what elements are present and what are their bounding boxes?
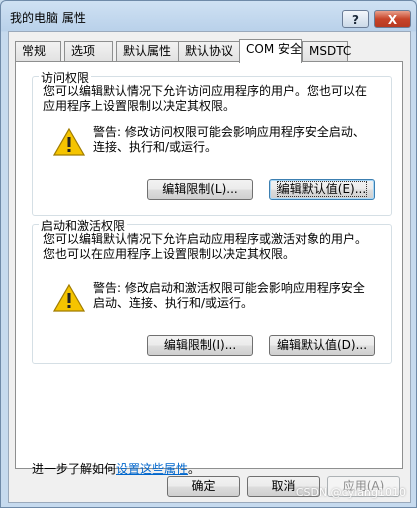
learn-more-text: 进一步了解如何设置这些属性。 — [32, 460, 200, 477]
tab-default-properties[interactable]: 默认属性 — [116, 41, 179, 61]
learn-more-link[interactable]: 设置这些属性 — [116, 462, 188, 476]
access-warning: 警告: 修改访问权限可能会影响应用程序安全启动、 连接、执行和/或运行。 — [93, 125, 365, 155]
close-button[interactable]: X — [374, 10, 411, 28]
watermark-text: CSDN @cylang1010 — [295, 486, 406, 499]
title-bar[interactable]: 我的电脑 属性 ? X — [1, 1, 416, 31]
tab-msdtc[interactable]: MSDTC — [302, 41, 351, 61]
launch-edit-default-button[interactable]: 编辑默认值(D)... — [269, 335, 375, 356]
com-security-panel: 访问权限 您可以编辑默认情况下允许访问应用程序的用户。您也可以在应用程序上设置限… — [15, 61, 403, 476]
launch-warning: 警告: 修改启动和激活权限可能会影响应用程序安全 启动、连接、执行和/或运行。 — [93, 281, 365, 311]
warning-icon — [53, 127, 85, 156]
access-edit-limits-button[interactable]: 编辑限制(L)... — [147, 179, 253, 200]
access-edit-default-button[interactable]: 编辑默认值(E)... — [269, 179, 375, 200]
window-title: 我的电脑 属性 — [10, 11, 86, 25]
dialog-body: 常规 选项 默认属性 默认协议 COM 安全 MSDTC 访问权限 您可以编辑默… — [8, 31, 411, 503]
learn-more-prefix: 进一步了解如何 — [32, 462, 117, 476]
warning-icon — [53, 283, 85, 312]
help-button[interactable]: ? — [342, 10, 369, 28]
launch-permissions-group: 启动和激活权限 您可以编辑默认情况下允许启动应用程序或激活对象的用户。您也可以在… — [32, 217, 392, 364]
launch-description: 您可以编辑默认情况下允许启动应用程序或激活对象的用户。您也可以在应用程序上设置限… — [43, 232, 368, 261]
access-warning-line1: 警告: 修改访问权限可能会影响应用程序安全启动、 — [93, 125, 365, 139]
tab-default-protocols[interactable]: 默认协议 — [178, 41, 240, 61]
close-icon: X — [387, 13, 398, 27]
access-warning-line2: 连接、执行和/或运行。 — [93, 140, 218, 154]
tab-com-security[interactable]: COM 安全 — [239, 39, 302, 63]
ok-button[interactable]: 确定 — [167, 476, 240, 497]
learn-more-suffix: 。 — [188, 462, 201, 476]
tab-general[interactable]: 常规 — [15, 41, 61, 61]
properties-window: 我的电脑 属性 ? X 常规 选项 默认属性 默认协议 COM 安全 MSDTC… — [0, 0, 417, 508]
tab-options[interactable]: 选项 — [64, 41, 113, 61]
launch-warning-line2: 启动、连接、执行和/或运行。 — [93, 296, 254, 310]
access-permissions-group: 访问权限 您可以编辑默认情况下允许访问应用程序的用户。您也可以在应用程序上设置限… — [32, 69, 392, 216]
access-description: 您可以编辑默认情况下允许访问应用程序的用户。您也可以在应用程序上设置限制以决定其… — [43, 84, 368, 113]
launch-edit-limits-button[interactable]: 编辑限制(I)... — [147, 335, 253, 356]
launch-warning-line1: 警告: 修改启动和激活权限可能会影响应用程序安全 — [93, 281, 365, 295]
